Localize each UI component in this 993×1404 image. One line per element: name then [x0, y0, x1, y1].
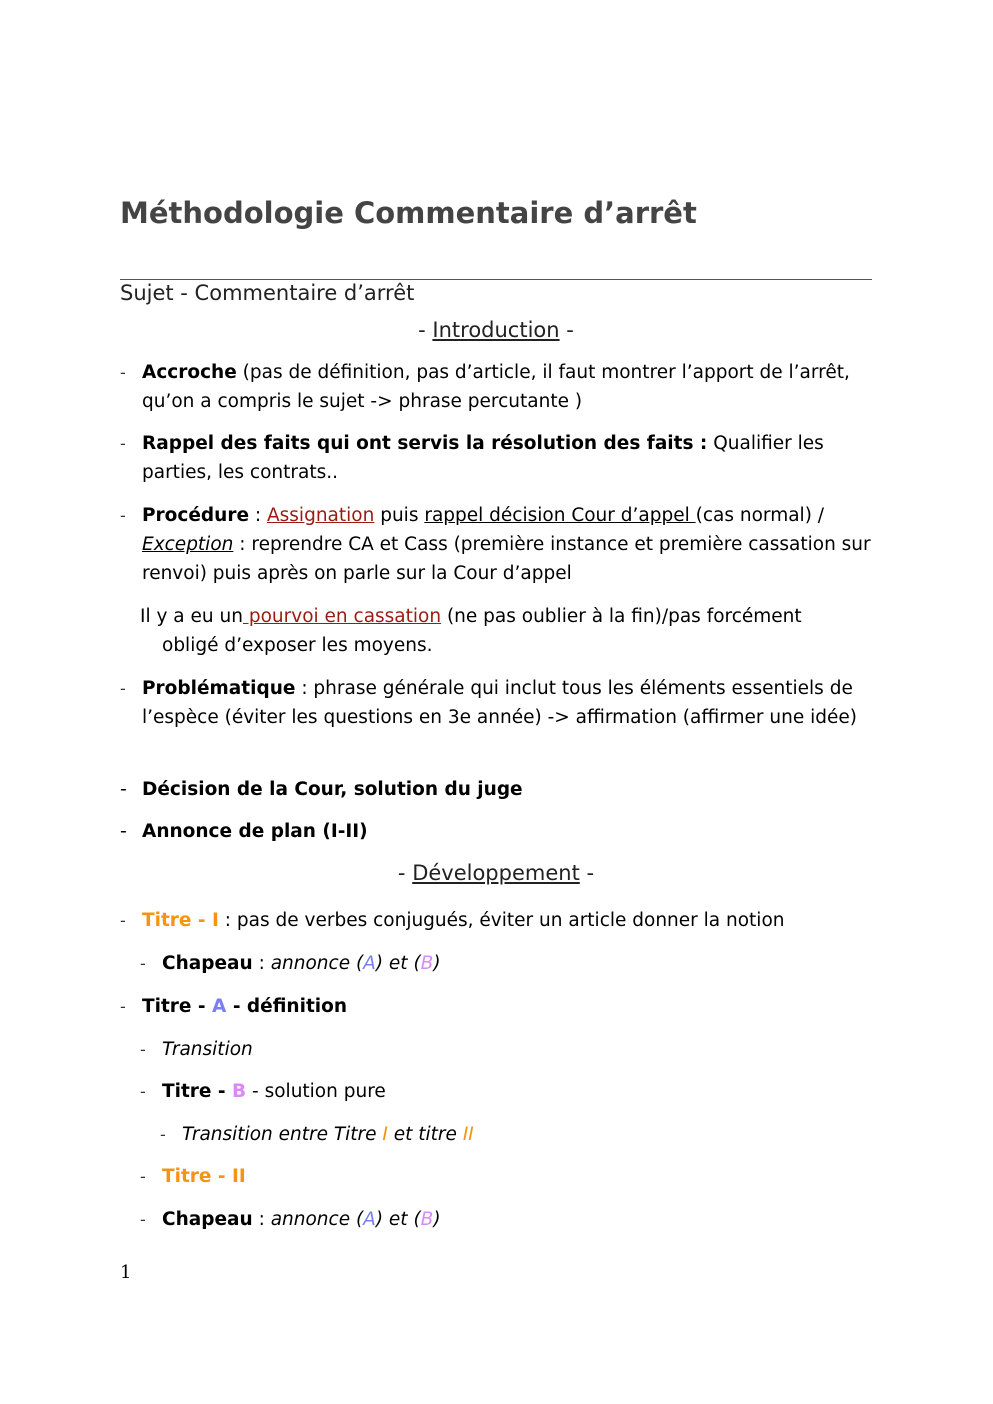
list-item-chapeau-2: - Chapeau : annonce (A) et (B): [140, 1205, 892, 1234]
list-item-titre-a: - Titre - A - définition: [120, 992, 872, 1021]
item-label: Procédure: [142, 505, 249, 526]
item-text: Transition: [162, 1039, 253, 1060]
developpement-heading-text: Développement: [412, 861, 580, 885]
item-label: Titre -: [162, 1081, 233, 1102]
item-text: ) et (: [375, 953, 421, 974]
item-text: Il y a eu un: [140, 606, 243, 627]
item-label: Titre - II: [162, 1166, 246, 1187]
list-item-problematique: - Problématique : phrase générale qui in…: [120, 674, 872, 732]
list-item-titre-1: - Titre - I : pas de verbes conjugués, é…: [120, 906, 872, 935]
list-item-transition-2: - Transition entre Titre I et titre II: [160, 1120, 912, 1149]
heading-dash: -: [579, 861, 595, 885]
letter-a: A: [363, 953, 376, 974]
item-text: et titre: [387, 1124, 463, 1145]
list-item-transition: - Transition: [140, 1035, 892, 1064]
item-text: obligé d’exposer les moyens.: [162, 635, 433, 656]
bullet-dash: -: [120, 679, 126, 698]
bullet-dash: -: [140, 1082, 146, 1101]
item-text: - solution pure: [246, 1081, 386, 1102]
subject-line: Sujet - Commentaire d’arrêt: [120, 281, 415, 305]
list-item-titre-2: - Titre - II: [140, 1162, 892, 1191]
list-item-chapeau-1: - Chapeau : annonce (A) et (B): [140, 949, 892, 978]
letter-b: B: [420, 1209, 434, 1230]
page-number: 1: [120, 1262, 132, 1283]
pourvoi-link[interactable]: pourvoi en cassation: [243, 606, 441, 627]
separator: :: [249, 505, 267, 526]
item-text: ) et (: [375, 1209, 421, 1230]
horizontal-rule: [120, 279, 872, 280]
pourvoi-paragraph: Il y a eu un pourvoi en cassation (ne pa…: [140, 602, 880, 660]
bullet-dash: -: [140, 1210, 146, 1229]
letter-a: A: [363, 1209, 376, 1230]
item-label: Titre -: [142, 996, 213, 1017]
letter-b: B: [420, 953, 434, 974]
letter-b: B: [232, 1081, 247, 1102]
heading-dash: -: [418, 318, 433, 342]
bullet-dash: -: [120, 434, 126, 453]
bullet-dash: -: [140, 1040, 146, 1059]
separator: :: [252, 953, 271, 974]
list-item-rappel: - Rappel des faits qui ont servis la rés…: [120, 429, 872, 487]
list-item-decision: - Décision de la Cour, solution du juge: [120, 775, 872, 804]
item-label: Problématique: [142, 678, 296, 699]
item-text: Transition entre Titre: [182, 1124, 383, 1145]
item-label: Titre - I: [142, 910, 219, 931]
heading-dash: -: [559, 318, 574, 342]
item-text: : reprendre CA et Cass (première instanc…: [142, 534, 871, 584]
list-item-procedure: - Procédure : Assignation puis rappel dé…: [120, 501, 872, 588]
bullet-dash: -: [120, 506, 126, 525]
exception-text: Exception: [142, 534, 234, 555]
introduction-heading-text: Introduction: [432, 318, 560, 342]
item-text: ): [433, 953, 441, 974]
item-label: Accroche: [142, 362, 237, 383]
item-text: annonce (: [270, 953, 364, 974]
bullet-dash: -: [120, 778, 127, 800]
item-text: puis: [374, 505, 425, 526]
item-text: (pas de définition, pas d’article, il fa…: [142, 362, 850, 412]
list-item-titre-b: - Titre - B - solution pure: [140, 1077, 892, 1106]
item-label: Rappel des faits qui ont servis la résol…: [142, 433, 708, 454]
item-text: (ne pas oublier à la fin)/pas forcément: [441, 606, 802, 627]
item-label: Décision de la Cour, solution du juge: [142, 779, 523, 800]
separator: :: [252, 1209, 271, 1230]
list-item-accroche: - Accroche (pas de définition, pas d’art…: [120, 358, 872, 416]
item-text: annonce (: [270, 1209, 364, 1230]
bullet-dash: -: [120, 820, 127, 842]
item-text: (cas normal) /: [695, 505, 825, 526]
developpement-heading: - Développement -: [120, 861, 872, 885]
bullet-dash: -: [120, 997, 126, 1016]
bullet-dash: -: [140, 954, 146, 973]
heading-dash: -: [397, 861, 413, 885]
list-item-annonce: - Annonce de plan (I-II): [120, 817, 872, 846]
item-text: ): [433, 1209, 441, 1230]
item-label: Chapeau: [162, 953, 253, 974]
assignation-link[interactable]: Assignation: [267, 505, 374, 526]
bullet-dash: -: [120, 911, 126, 930]
item-label: - définition: [226, 996, 348, 1017]
document-page: Méthodologie Commentaire d’arrêt Sujet -…: [0, 0, 993, 1404]
item-label: Chapeau: [162, 1209, 253, 1230]
document-title: Méthodologie Commentaire d’arrêt: [120, 196, 697, 230]
item-label: Annonce de plan (I-II): [142, 821, 368, 842]
letter-a: A: [212, 996, 227, 1017]
bullet-dash: -: [120, 363, 126, 382]
introduction-heading: - Introduction -: [120, 318, 872, 342]
roman-ii: II: [462, 1124, 474, 1145]
bullet-dash: -: [140, 1167, 146, 1186]
bullet-dash: -: [160, 1125, 166, 1144]
item-text: : pas de verbes conjugués, éviter un art…: [218, 910, 785, 931]
underlined-text: rappel décision Cour d’appel: [424, 505, 696, 526]
